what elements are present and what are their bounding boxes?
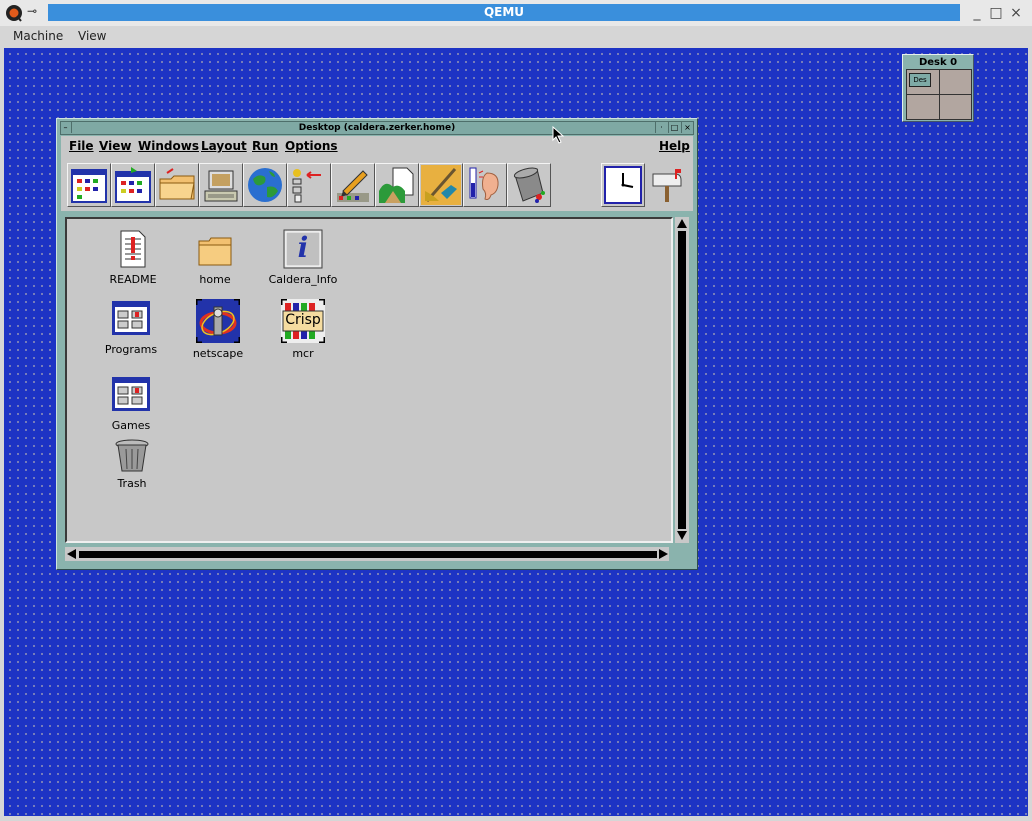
icon-label: netscape [192, 347, 244, 360]
icon-label: mcr [292, 347, 314, 360]
icon-mcr[interactable]: Crisp mcr [263, 297, 343, 360]
trash-icon [112, 439, 152, 473]
minimize-button[interactable]: _ [968, 4, 986, 22]
pin-icon[interactable]: ⊸ [27, 4, 37, 18]
scroll-down-arrow-icon[interactable] [677, 531, 687, 540]
folder-icon[interactable] [155, 163, 199, 207]
iconify-button[interactable]: · [655, 122, 667, 133]
pager-grid[interactable]: Des [906, 69, 972, 120]
host-titlebar: ⊸ QEMU _ □ × [0, 0, 1032, 26]
mailbox-icon[interactable] [649, 166, 685, 204]
program-group-icon [111, 375, 151, 415]
program-manager-icon[interactable] [67, 163, 111, 207]
scroll-right-arrow-icon[interactable] [659, 549, 668, 559]
host-menubar: Machine View [0, 26, 1032, 48]
icon-label: Programs [104, 343, 158, 356]
menu-view[interactable]: View [99, 139, 131, 153]
icon-home[interactable]: home [175, 229, 255, 286]
icon-netscape[interactable]: netscape [178, 297, 258, 360]
menu-machine[interactable]: Machine [13, 29, 63, 43]
folder-icon [195, 229, 235, 269]
computer-icon[interactable] [199, 163, 243, 207]
desktop-icon-area[interactable]: README home i Caldera_Info Programs nets… [65, 217, 673, 543]
desk-pager[interactable]: Desk 0 Des [902, 54, 974, 122]
paint-icon[interactable] [419, 163, 463, 207]
host-window-title: QEMU [483, 5, 525, 19]
guest-desktop[interactable]: Desk 0 Des – Desktop (caldera.zerker.hom… [4, 48, 1028, 816]
trash-can-icon[interactable] [507, 163, 551, 207]
qemu-logo-icon[interactable] [5, 4, 23, 22]
desktop-menubar: File View Windows Layout Run Options Hel… [61, 136, 693, 156]
desktop-window: – Desktop (caldera.zerker.home) · □ × Fi… [56, 118, 698, 570]
file-viewer-icon[interactable] [375, 163, 419, 207]
icon-games[interactable]: Games [91, 375, 171, 432]
vertical-scrollbar[interactable] [675, 217, 689, 543]
menu-layout[interactable]: Layout [201, 139, 247, 153]
pager-divider [907, 94, 971, 95]
icon-label: Caldera_Info [268, 273, 338, 286]
icon-readme[interactable]: README [93, 229, 173, 286]
menu-options[interactable]: Options [285, 139, 338, 153]
scroll-left-arrow-icon[interactable] [67, 549, 76, 559]
globe-icon[interactable] [243, 163, 287, 207]
crisp-icon: Crisp [279, 297, 327, 345]
icon-label: Games [111, 419, 151, 432]
menu-file[interactable]: File [69, 139, 94, 153]
icon-programs[interactable]: Programs [91, 299, 171, 356]
system-tools-icon[interactable] [287, 163, 331, 207]
icon-label: README [109, 273, 157, 286]
desktop-window-titlebar[interactable]: – Desktop (caldera.zerker.home) · □ × [60, 121, 694, 135]
menu-windows[interactable]: Windows [138, 139, 199, 153]
icon-caldera-info[interactable]: i Caldera_Info [263, 229, 343, 286]
horizontal-scrollbar[interactable] [65, 547, 669, 561]
audio-icon[interactable] [463, 163, 507, 207]
icon-label: Trash [117, 477, 147, 490]
editor-icon[interactable] [331, 163, 375, 207]
clock-icon[interactable] [601, 163, 645, 207]
netscape-icon [194, 297, 242, 345]
scroll-up-arrow-icon[interactable] [677, 219, 687, 228]
menu-run[interactable]: Run [252, 139, 278, 153]
menu-help[interactable]: Help [659, 139, 690, 153]
mouse-cursor-icon [552, 125, 568, 144]
icon-label: home [199, 273, 231, 286]
crisp-glyph: Crisp [285, 312, 321, 328]
desktop-toolbar [61, 156, 693, 211]
desktop-window-title: Desktop (caldera.zerker.home) [298, 123, 456, 133]
document-icon [113, 229, 153, 269]
maximize-button[interactable]: □ [987, 4, 1005, 22]
info-glyph: i [297, 231, 309, 264]
pager-window-thumbnail[interactable]: Des [909, 73, 931, 87]
horizontal-scroll-thumb[interactable] [79, 551, 657, 558]
program-group-icon [111, 299, 151, 339]
program-manager-2-icon[interactable] [111, 163, 155, 207]
close-button[interactable]: × [681, 122, 693, 133]
pager-title: Desk 0 [918, 57, 958, 68]
menu-view[interactable]: View [78, 29, 106, 43]
host-title-area[interactable]: QEMU [48, 4, 960, 21]
maximize-button[interactable]: □ [668, 122, 680, 133]
close-button[interactable]: × [1007, 4, 1025, 22]
vertical-scroll-thumb[interactable] [678, 231, 686, 529]
icon-trash[interactable]: Trash [92, 439, 172, 490]
info-icon: i [283, 229, 323, 269]
